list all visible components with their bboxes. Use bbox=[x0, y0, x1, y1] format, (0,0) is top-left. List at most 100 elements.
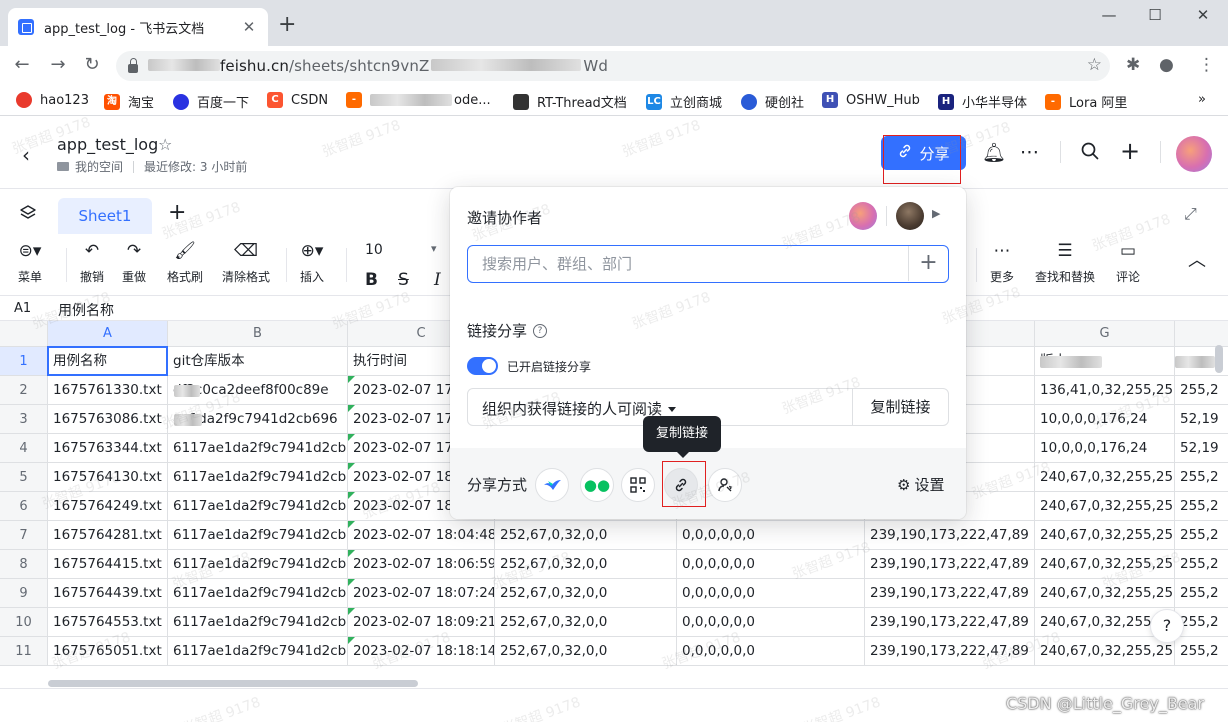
question-icon[interactable]: ? bbox=[533, 323, 548, 338]
forward-arrow-icon[interactable]: → bbox=[46, 54, 70, 75]
table-cell[interactable]: 2023-02-07 18:18:14 bbox=[348, 637, 495, 666]
row-header[interactable]: 1 bbox=[0, 347, 48, 376]
comment-button[interactable]: ▭ 评论 bbox=[1116, 240, 1140, 285]
more-button[interactable]: ⋯ 更多 bbox=[990, 240, 1014, 285]
notification-bell-icon[interactable]: 🔔︎ bbox=[982, 141, 1006, 164]
table-cell[interactable]: 0,0,0,0,0,0 bbox=[677, 637, 865, 666]
bookmark-hdsc[interactable]: H 小华半导体 bbox=[938, 92, 1027, 111]
add-plus-icon[interactable]: + bbox=[908, 246, 948, 281]
table-cell[interactable]: 1675764130.txt bbox=[48, 463, 168, 492]
table-cell[interactable]: 52,19 bbox=[1175, 434, 1228, 463]
table-cell[interactable]: 6117ae1da2f9c7941d2cb696 bbox=[168, 579, 348, 608]
table-cell[interactable]: 0,0,0,0,0,0 bbox=[677, 579, 865, 608]
table-cell[interactable]: 255,2 bbox=[1175, 550, 1228, 579]
table-cell[interactable]: 1675764415.txt bbox=[48, 550, 168, 579]
table-cell[interactable]: 6117ae1da2f9c7941d2cb696 bbox=[168, 637, 348, 666]
row-header[interactable]: 6 bbox=[0, 492, 48, 521]
table-cell[interactable]: 2023-02-07 18:06:59 bbox=[348, 550, 495, 579]
table-cell[interactable]: 6117ae1da2f9c7941d2cb696 bbox=[168, 434, 348, 463]
table-cell[interactable]: 136,41,0,32,255,255 bbox=[1035, 376, 1175, 405]
redo-button[interactable]: ↷ 重做 bbox=[122, 240, 146, 285]
close-tab-icon[interactable]: ✕ bbox=[240, 18, 258, 36]
doc-location[interactable]: 我的空间 bbox=[75, 158, 123, 175]
table-cell[interactable]: 6117ae1da2f9c7941d2cb696 bbox=[168, 608, 348, 637]
profile-icon[interactable]: ● bbox=[1159, 55, 1174, 75]
table-cell[interactable]: 240,67,0,32,255,255 bbox=[1035, 492, 1175, 521]
browser-menu-icon[interactable]: ⋮ bbox=[1198, 55, 1215, 75]
bold-button[interactable]: B bbox=[365, 270, 378, 290]
format-painter-button[interactable]: 🖌︎ 格式刷 bbox=[167, 240, 203, 285]
browser-tab[interactable]: app_test_log - 飞书云文档 ✕ bbox=[8, 8, 268, 46]
table-cell[interactable]: 6117ae1da2f9c7941d2cb696 bbox=[168, 550, 348, 579]
row-header[interactable]: 9 bbox=[0, 579, 48, 608]
feishu-share-icon[interactable] bbox=[535, 468, 569, 502]
table-cell[interactable]: 240,67,0,32,255,255 bbox=[1035, 579, 1175, 608]
undo-button[interactable]: ↶ 撤销 bbox=[80, 240, 104, 285]
bookmark-baidu[interactable]: 百度一下 bbox=[173, 92, 249, 111]
more-options-icon[interactable]: ⋯ bbox=[1020, 141, 1039, 163]
table-cell[interactable]: 2023-02-07 18:07:24 bbox=[348, 579, 495, 608]
row-header[interactable]: 11 bbox=[0, 637, 48, 666]
table-cell[interactable]: 252,67,0,32,0,0 bbox=[495, 637, 677, 666]
clear-format-button[interactable]: ⌫ 清除格式 bbox=[222, 240, 270, 285]
table-cell[interactable]: 52,19 bbox=[1175, 405, 1228, 434]
share-settings-button[interactable]: ⚙ 设置 bbox=[897, 474, 944, 495]
table-cell[interactable]: 6117ae1da2f9c7941d2cb696 bbox=[168, 492, 348, 521]
search-icon[interactable] bbox=[1080, 141, 1100, 166]
cell-reference[interactable]: A1 bbox=[14, 301, 31, 316]
table-cell[interactable]: 6117ae1da2f9c7941d2cb696 bbox=[168, 463, 348, 492]
table-cell[interactable]: 239,190,173,222,47,89 bbox=[865, 579, 1035, 608]
vertical-scrollbar[interactable] bbox=[1215, 345, 1223, 373]
table-cell[interactable]: 1675765051.txt bbox=[48, 637, 168, 666]
find-replace-button[interactable]: ☰ 查找和替换 bbox=[1035, 240, 1095, 285]
table-cell[interactable]: 0,0,0,0,0,0 bbox=[677, 521, 865, 550]
row-header[interactable]: 7 bbox=[0, 521, 48, 550]
more-bookmarks-icon[interactable]: » bbox=[1198, 92, 1206, 107]
close-window-icon[interactable]: ✕ bbox=[1180, 6, 1226, 24]
table-cell[interactable]: 2023-02-07 18:09:21 bbox=[348, 608, 495, 637]
table-cell[interactable]: 255,2 bbox=[1175, 521, 1228, 550]
row-header[interactable]: 8 bbox=[0, 550, 48, 579]
table-cell[interactable]: 255,2 bbox=[1175, 463, 1228, 492]
table-cell[interactable]: 1675764249.txt bbox=[48, 492, 168, 521]
table-cell[interactable]: 255,2 bbox=[1175, 376, 1228, 405]
extensions-puzzle-icon[interactable]: ✱ bbox=[1126, 55, 1140, 75]
bookmark-star-icon[interactable]: ☆ bbox=[1087, 55, 1102, 75]
table-cell[interactable]: 255,2 bbox=[1175, 579, 1228, 608]
table-cell[interactable]: 240,67,0,32,255,255 bbox=[1035, 463, 1175, 492]
table-cell[interactable]: 239,190,173,222,47,89 bbox=[865, 608, 1035, 637]
new-tab-button[interactable]: + bbox=[278, 12, 296, 37]
table-cell[interactable]: 252,67,0,32,0,0 bbox=[495, 550, 677, 579]
maximize-window-icon[interactable]: ☐ bbox=[1132, 6, 1178, 24]
table-cell[interactable]: 1675764281.txt bbox=[48, 521, 168, 550]
bookmark-lora-aliyun[interactable]: - Lora 阿里 bbox=[1045, 92, 1127, 111]
bookmark-csdn[interactable]: C CSDN bbox=[267, 92, 328, 108]
avatar[interactable] bbox=[896, 202, 924, 230]
row-header[interactable]: 4 bbox=[0, 434, 48, 463]
chevron-right-icon[interactable]: ▶ bbox=[932, 207, 940, 220]
bookmark-rt-thread[interactable]: RT-Thread文档 bbox=[513, 92, 627, 111]
bookmark-hao123[interactable]: hao123 bbox=[16, 92, 89, 108]
table-cell[interactable]: 255,2 bbox=[1175, 637, 1228, 666]
add-sheet-button[interactable]: + bbox=[168, 200, 186, 225]
table-cell[interactable]: 239,190,173,222,47,89 bbox=[865, 521, 1035, 550]
formula-input[interactable]: 用例名称 bbox=[58, 300, 114, 320]
favorite-star-icon[interactable]: ☆ bbox=[158, 135, 172, 154]
row-header[interactable]: 2 bbox=[0, 376, 48, 405]
copy-link-button[interactable]: 复制链接 bbox=[852, 389, 948, 425]
tab-sheet1[interactable]: Sheet1 bbox=[58, 198, 152, 234]
table-cell[interactable]: 1675763086.txt bbox=[48, 405, 168, 434]
invite-search-input[interactable] bbox=[482, 254, 902, 274]
back-arrow-icon[interactable]: ← bbox=[10, 54, 34, 75]
layers-icon[interactable] bbox=[19, 204, 37, 222]
address-bar[interactable]: feishu.cn/sheets/shtcn9vnZ Wd ☆ bbox=[116, 51, 1110, 81]
table-cell[interactable]: 239,190,173,222,47,89 bbox=[865, 637, 1035, 666]
table-cell[interactable]: 0,0,0,0,0,0 bbox=[677, 550, 865, 579]
bookmark-yingchuang[interactable]: 硬创社 bbox=[741, 92, 804, 111]
column-header[interactable]: A bbox=[48, 321, 168, 347]
table-cell[interactable]: 240,67,0,32,255,255 bbox=[1035, 550, 1175, 579]
table-cell[interactable]: 239,190,173,222,47,89 bbox=[865, 550, 1035, 579]
row-header[interactable]: 5 bbox=[0, 463, 48, 492]
table-cell[interactable]: 10,0,0,0,176,24 bbox=[1035, 434, 1175, 463]
column-header[interactable]: B bbox=[168, 321, 348, 347]
